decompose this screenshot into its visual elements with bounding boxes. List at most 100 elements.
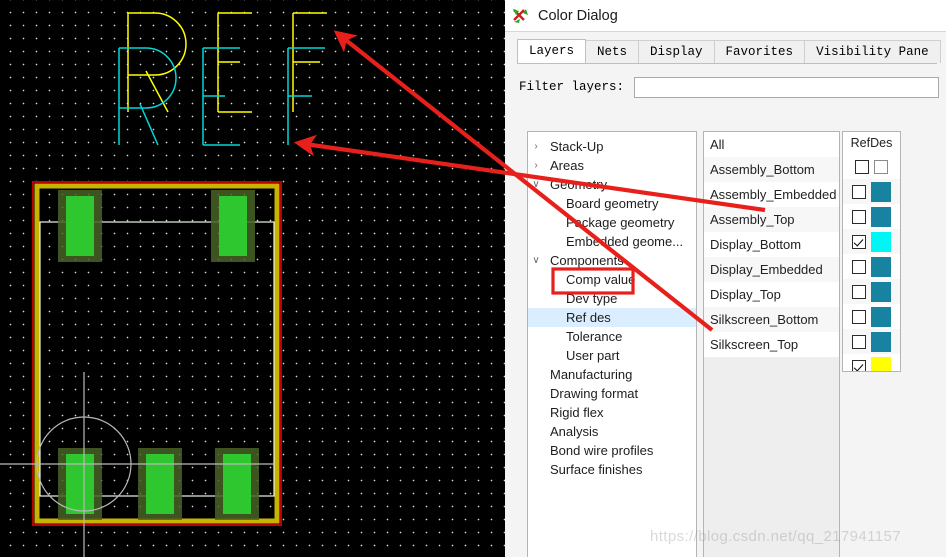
layer-row[interactable]: Display_Top: [704, 282, 839, 307]
tree-item-embedded-geome[interactable]: Embedded geome...: [528, 232, 696, 251]
layer-tree-pane[interactable]: › Stack-Up › Areas ∨ Geometry Board geometry Pa…: [527, 131, 697, 557]
pcb-canvas[interactable]: [0, 0, 505, 557]
tree-item-rigid-flex[interactable]: Rigid flex: [528, 403, 696, 422]
layer-color-swatch[interactable]: [871, 331, 891, 352]
layer-visibility-checkbox[interactable]: [852, 184, 866, 199]
color-dialog: Color Dialog Layers Nets Display Favorites V…: [505, 0, 946, 557]
layer-row[interactable]: Assembly_Bottom: [704, 157, 839, 182]
tree-item-comp-value[interactable]: Comp value: [528, 270, 696, 289]
tree-item-dev-type[interactable]: Dev type: [528, 289, 696, 308]
tree-item-analysis[interactable]: Analysis: [528, 422, 696, 441]
tree-item-label: Stack-Up: [550, 139, 604, 154]
layer-visibility-checkbox[interactable]: [852, 309, 866, 324]
chevron-down-icon[interactable]: ∨: [528, 175, 544, 194]
layer-color-swatch[interactable]: [871, 206, 891, 227]
layer-row[interactable]: Silkscreen_Top: [704, 332, 839, 357]
property-row: [843, 304, 900, 329]
tree-item-label: Components: [550, 253, 624, 268]
tree-item-label: Surface finishes: [550, 462, 643, 477]
property-row: [843, 329, 900, 354]
dialog-titlebar: Color Dialog: [505, 0, 946, 31]
screen: Color Dialog Layers Nets Display Favorites V…: [0, 0, 946, 557]
layer-color-swatch[interactable]: [871, 256, 891, 277]
tree-item-label: Bond wire profiles: [550, 443, 654, 458]
tab-display[interactable]: Display: [638, 40, 715, 63]
tree-item-label: Rigid flex: [550, 405, 604, 420]
tab-visibility-pane[interactable]: Visibility Pane: [804, 40, 941, 63]
tree-item-manufacturing[interactable]: Manufacturing: [528, 365, 696, 384]
tab-strip: Layers Nets Display Favorites Visibility Pan…: [517, 39, 941, 64]
layer-visibility-checkbox[interactable]: [852, 259, 866, 274]
property-row: [843, 279, 900, 304]
tree-item-geometry[interactable]: ∨ Geometry: [528, 175, 696, 194]
tree-item-board-geometry[interactable]: Board geometry: [528, 194, 696, 213]
filter-label: Filter layers:: [519, 80, 625, 94]
filter-layers-input[interactable]: [634, 76, 939, 98]
app-icon: [511, 6, 531, 26]
chevron-right-icon[interactable]: ›: [528, 156, 544, 175]
watermark-text: https://blog.csdn.net/qq_217941157: [650, 528, 902, 545]
tree-item-label: Analysis: [550, 424, 599, 439]
tree-item-areas[interactable]: › Areas: [528, 156, 696, 175]
origin-crosshair: [0, 372, 274, 557]
layer-visibility-checkbox[interactable]: [855, 159, 869, 174]
property-row: [843, 204, 900, 229]
silkscreen-ref-text: [127, 12, 327, 113]
layer-visibility-checkbox[interactable]: [852, 284, 866, 299]
tree-item-user-part[interactable]: User part: [528, 346, 696, 365]
layer-color-swatch[interactable]: [871, 231, 891, 252]
property-column-header: RefDes: [843, 132, 900, 154]
tree-item-label: Drawing format: [550, 386, 639, 401]
property-row: [843, 254, 900, 279]
tree-item-label: User part: [566, 348, 620, 363]
tree-item-label: Geometry: [550, 177, 608, 192]
layer-color-swatch[interactable]: [871, 181, 891, 202]
chevron-down-icon[interactable]: ∨: [528, 251, 544, 270]
layer-list-pane[interactable]: All Assembly_Bottom Assembly_Embedded Assem…: [703, 131, 840, 557]
tree-item-label: Manufacturing: [550, 367, 633, 382]
layer-row[interactable]: All: [704, 132, 839, 157]
layer-visibility-checkbox[interactable]: [852, 209, 866, 224]
layer-row[interactable]: Assembly_Embedded: [704, 182, 839, 207]
filter-row: Filter layers:: [519, 76, 939, 98]
layer-row[interactable]: Assembly_Top: [704, 207, 839, 232]
property-row: [843, 229, 900, 254]
tab-nets[interactable]: Nets: [585, 40, 640, 63]
layer-row[interactable]: Silkscreen_Bottom: [704, 307, 839, 332]
layer-color-swatch[interactable]: [871, 281, 891, 302]
tree-item-package-geometry[interactable]: Package geometry: [528, 213, 696, 232]
tree-item-stack-up[interactable]: › Stack-Up: [528, 137, 696, 156]
layer-visibility-checkbox[interactable]: [852, 334, 866, 349]
tab-favorites[interactable]: Favorites: [713, 40, 806, 63]
tree-item-bond-wire-profiles[interactable]: Bond wire profiles: [528, 441, 696, 460]
tree-item-label: Package geometry: [566, 215, 675, 230]
pads-bottom: [58, 448, 259, 520]
dialog-title: Color Dialog: [538, 7, 618, 24]
tree-item-drawing-format[interactable]: Drawing format: [528, 384, 696, 403]
tree-item-components[interactable]: ∨ Components: [528, 251, 696, 270]
tree-item-label: Tolerance: [566, 329, 623, 344]
tree-item-ref-des[interactable]: Ref des: [528, 308, 696, 327]
tree-item-tolerance[interactable]: Tolerance: [528, 327, 696, 346]
layer-color-swatch[interactable]: [874, 159, 888, 174]
dialog-body: Layers Nets Display Favorites Visibility Pan…: [505, 31, 946, 557]
layer-visibility-checkbox[interactable]: [852, 234, 866, 249]
tree-item-label: Dev type: [566, 291, 618, 306]
layer-color-swatch[interactable]: [871, 306, 891, 327]
tree-item-label: Embedded geome...: [566, 234, 684, 249]
pcb-artwork: [0, 12, 327, 557]
pads-top: [58, 190, 255, 262]
layer-row[interactable]: Display_Embedded: [704, 257, 839, 282]
layer-row[interactable]: Display_Bottom: [704, 232, 839, 257]
property-column-pane[interactable]: RefDes: [842, 131, 901, 372]
tree-item-surface-finishes[interactable]: Surface finishes: [528, 460, 696, 479]
layer-color-swatch[interactable]: [871, 356, 891, 371]
tree-item-label: Board geometry: [566, 196, 659, 211]
property-row: [843, 354, 900, 371]
layer-visibility-checkbox[interactable]: [852, 359, 866, 371]
tab-layers[interactable]: Layers: [517, 39, 587, 63]
property-row: [843, 179, 900, 204]
chevron-right-icon[interactable]: ›: [528, 137, 544, 156]
tree-item-label: Ref des: [566, 310, 611, 325]
property-row: [843, 154, 900, 179]
